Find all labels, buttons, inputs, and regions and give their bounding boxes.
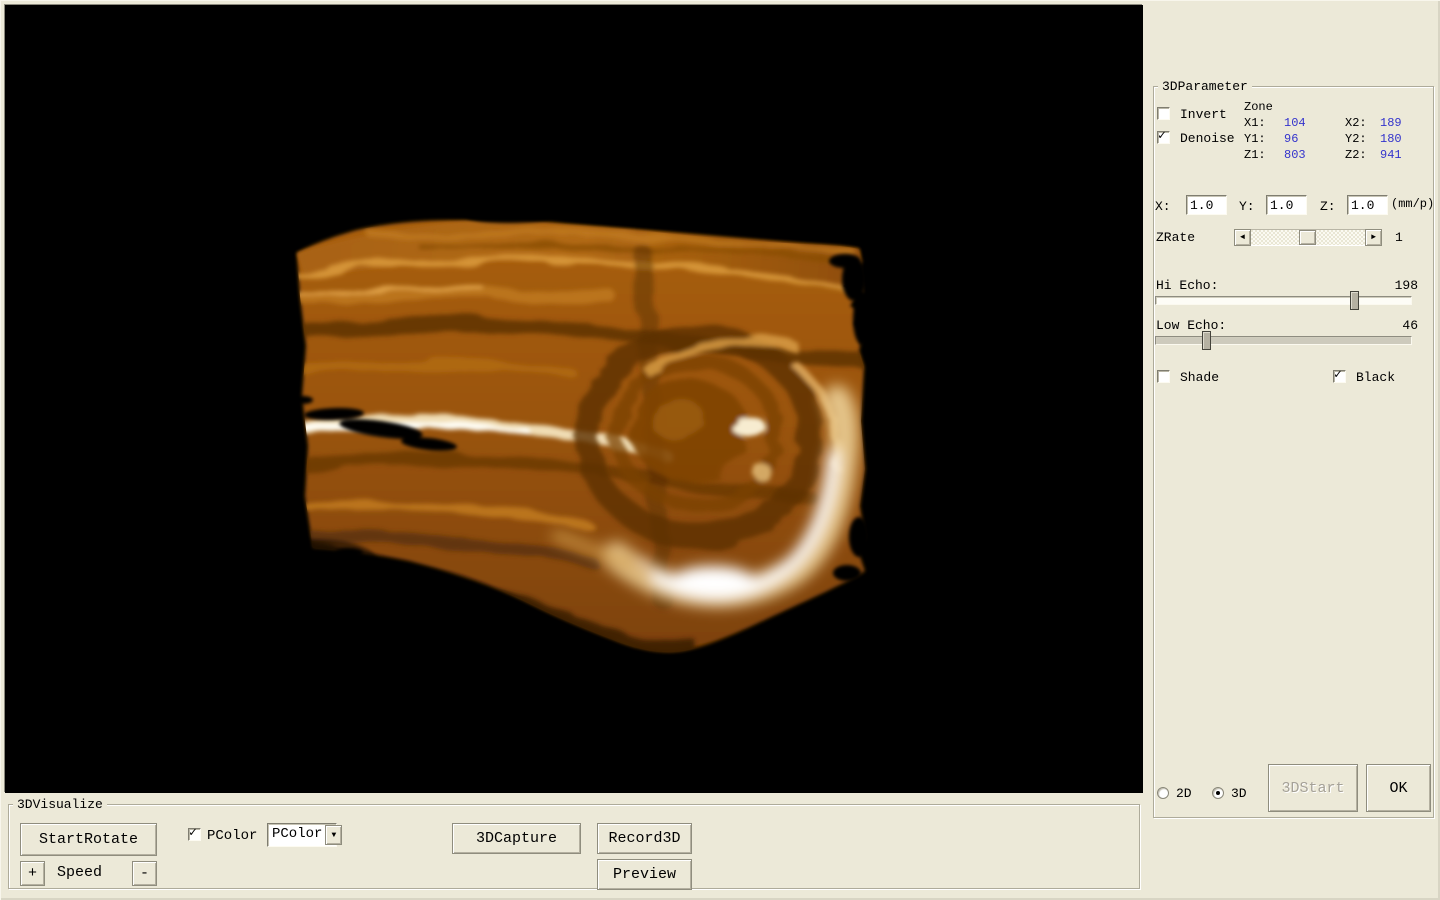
zone-z2-label: Z2: [1345, 148, 1367, 162]
zrate-scroll-right-button[interactable]: ► [1365, 229, 1382, 246]
speed-label: Speed [57, 864, 102, 881]
hi-echo-label: Hi Echo: [1156, 278, 1218, 293]
hi-echo-value: 198 [1380, 278, 1418, 293]
zone-z2-value: 941 [1380, 148, 1402, 162]
low-echo-label: Low Echo: [1156, 318, 1226, 333]
mode-2d-radio[interactable] [1157, 787, 1169, 799]
mode-3d-radio[interactable] [1212, 787, 1224, 799]
chevron-down-icon: ▼ [332, 831, 337, 840]
parameter-group-title: 3DParameter [1158, 79, 1252, 94]
render-viewport[interactable] [4, 4, 1142, 792]
preview-button[interactable]: Preview [597, 859, 692, 890]
zrate-scroll-track[interactable] [1251, 229, 1365, 246]
scale-z-label: Z: [1320, 199, 1336, 214]
start3d-button[interactable]: 3DStart [1268, 764, 1358, 812]
black-checkbox[interactable]: ✓ [1333, 370, 1346, 383]
start-rotate-button[interactable]: StartRotate [20, 823, 157, 856]
pcolor-dropdown[interactable]: PColor ▼ [267, 823, 337, 847]
scroll-right-icon: ► [1371, 233, 1376, 242]
mode-2d-label: 2D [1176, 786, 1192, 801]
scale-y-label: Y: [1239, 199, 1255, 214]
pcolor-label: PColor [207, 828, 257, 844]
zone-x2-value: 189 [1380, 116, 1402, 130]
zone-y1-value: 96 [1284, 132, 1298, 146]
zone-z1-value: 803 [1284, 148, 1306, 162]
pcolor-dropdown-value: PColor [268, 824, 324, 846]
scale-x-label: X: [1155, 199, 1171, 214]
scroll-left-icon: ◄ [1240, 233, 1245, 242]
zrate-scrollbar[interactable]: ◄ ► [1234, 229, 1382, 246]
scale-unit-label: (mm/p) [1391, 197, 1434, 211]
zone-y2-label: Y2: [1345, 132, 1367, 146]
hi-echo-slider-track[interactable] [1155, 296, 1412, 305]
zone-label: Zone [1244, 100, 1273, 114]
zone-x1-label: X1: [1244, 116, 1266, 130]
check-icon: ✓ [1158, 129, 1166, 142]
zrate-value: 1 [1395, 230, 1403, 245]
scale-z-input[interactable] [1347, 195, 1388, 215]
low-echo-slider-track[interactable] [1155, 336, 1412, 345]
scale-y-input[interactable] [1266, 195, 1307, 215]
invert-label: Invert [1180, 107, 1227, 122]
speed-minus-button[interactable]: - [132, 861, 157, 886]
black-label: Black [1356, 370, 1395, 385]
shade-checkbox[interactable]: ✓ [1157, 370, 1170, 383]
zrate-scroll-thumb[interactable] [1299, 230, 1316, 245]
volume-render[interactable] [5, 5, 1143, 793]
zone-z1-label: Z1: [1244, 148, 1266, 162]
zone-x2-label: X2: [1345, 116, 1367, 130]
mode-3d-label: 3D [1231, 786, 1247, 801]
shade-label: Shade [1180, 370, 1219, 385]
pcolor-checkbox[interactable]: ✓ [188, 828, 201, 841]
denoise-checkbox[interactable]: ✓ [1157, 131, 1170, 144]
zrate-scroll-left-button[interactable]: ◄ [1234, 229, 1251, 246]
low-echo-value: 46 [1380, 318, 1418, 333]
app-window: 3DParameter ✓ Invert ✓ Denoise Zone X1: … [0, 0, 1440, 900]
scale-x-input[interactable] [1186, 195, 1227, 215]
visualize-group-title: 3DVisualize [13, 797, 107, 812]
speed-plus-button[interactable]: + [20, 861, 45, 886]
zone-y1-label: Y1: [1244, 132, 1266, 146]
radio-dot-icon [1216, 791, 1220, 795]
denoise-label: Denoise [1180, 131, 1235, 146]
invert-checkbox[interactable]: ✓ [1157, 107, 1170, 120]
zone-y2-value: 180 [1380, 132, 1402, 146]
check-icon: ✓ [1334, 368, 1342, 381]
pcolor-dropdown-button[interactable]: ▼ [325, 825, 342, 845]
capture3d-button[interactable]: 3DCapture [452, 823, 581, 854]
check-icon: ✓ [189, 826, 197, 839]
hi-echo-slider-thumb[interactable] [1350, 291, 1359, 310]
zrate-label: ZRate [1156, 230, 1195, 245]
low-echo-slider-thumb[interactable] [1202, 331, 1211, 350]
ok-button[interactable]: OK [1366, 764, 1431, 812]
zone-x1-value: 104 [1284, 116, 1306, 130]
record3d-button[interactable]: Record3D [597, 823, 692, 854]
